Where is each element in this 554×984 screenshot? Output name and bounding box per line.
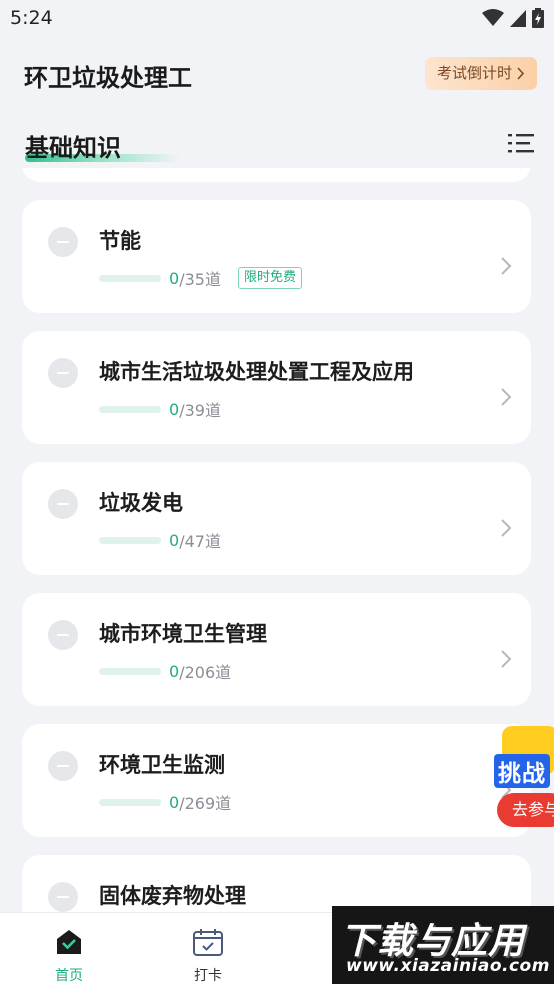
status-bar: 5:24 — [0, 0, 554, 38]
app-title: 环卫垃圾处理工 — [24, 64, 192, 92]
watermark-url: www.xiazainiao.com — [346, 956, 550, 976]
watermark-logo: 下载与应用 www.xiazainiao.com — [332, 906, 554, 984]
section-header: 基础知识 — [0, 118, 554, 168]
total-count: /39道 — [179, 401, 221, 420]
progress-bar — [99, 536, 161, 544]
tab-checkin-label: 打卡 — [194, 968, 222, 984]
total-count: /35道 — [179, 270, 221, 289]
chapter-progress: 0 /47道 — [99, 527, 221, 553]
total-count: /47道 — [179, 532, 221, 551]
chapter-name: 城市生活垃圾处理处置工程及应用 — [99, 360, 414, 384]
tab-home-label: 首页 — [55, 968, 83, 984]
chevron-right-icon — [501, 257, 512, 275]
tab-checkin[interactable]: 打卡 — [173, 927, 243, 984]
progress-bar — [99, 798, 161, 806]
list-menu-icon[interactable] — [508, 132, 534, 154]
done-count: 0 — [169, 530, 180, 550]
exam-countdown-button[interactable]: 考试倒计时 — [424, 57, 537, 90]
done-count: 0 — [169, 268, 180, 288]
countdown-label: 考试倒计时 — [436, 64, 512, 82]
done-count: 0 — [169, 661, 180, 681]
chevron-right-icon — [501, 650, 512, 668]
collapse-icon — [48, 227, 78, 257]
total-count: /269道 — [179, 794, 232, 813]
total-count: /206道 — [179, 663, 232, 682]
chapter-name: 环境卫生监测 — [99, 753, 225, 777]
free-badge: 限时免费 — [237, 267, 302, 289]
chapter-name: 城市环境卫生管理 — [99, 622, 267, 646]
chevron-right-icon — [501, 388, 512, 406]
chapter-item-solid-waste[interactable]: 固体废弃物处理 — [22, 855, 531, 912]
section-title: 基础知识 — [25, 134, 121, 162]
chevron-right-icon — [517, 67, 525, 80]
collapse-icon — [48, 751, 78, 781]
chevron-right-icon — [501, 519, 512, 537]
chapter-name: 固体废弃物处理 — [99, 884, 246, 908]
signal-icon — [510, 10, 526, 27]
collapse-icon — [48, 620, 78, 650]
chapter-progress: 0 /269道 — [99, 789, 231, 815]
progress-bar — [99, 274, 161, 282]
home-icon — [57, 930, 81, 954]
wifi-icon — [482, 9, 504, 26]
collapse-icon — [48, 489, 78, 519]
tab-home[interactable]: 首页 — [34, 927, 104, 984]
chapter-list[interactable]: 节能 0 /35道 限时免费 城市生活垃圾处理处置工程及应用 0 /39道 垃圾… — [0, 168, 554, 912]
chapter-progress: 0 /39道 — [99, 396, 221, 422]
chapter-name: 节能 — [99, 229, 141, 253]
challenge-float-button[interactable]: 挑战 去参与 — [494, 726, 554, 830]
progress-bar — [99, 405, 161, 413]
collapse-icon — [48, 882, 78, 912]
challenge-title: 挑战 — [494, 754, 550, 788]
header: 环卫垃圾处理工 考试倒计时 — [0, 48, 554, 102]
chapter-item-urban-waste-engineering[interactable]: 城市生活垃圾处理处置工程及应用 0 /39道 — [22, 331, 531, 444]
status-icons — [482, 8, 544, 28]
chapter-item-energy-saving[interactable]: 节能 0 /35道 限时免费 — [22, 200, 531, 313]
collapse-icon — [48, 358, 78, 388]
list-item-partial[interactable] — [22, 168, 531, 182]
done-count: 0 — [169, 792, 180, 812]
chapter-item-sanitation-monitoring[interactable]: 环境卫生监测 0 /269道 — [22, 724, 531, 837]
battery-icon — [532, 8, 544, 28]
chapter-item-waste-power[interactable]: 垃圾发电 0 /47道 — [22, 462, 531, 575]
chapter-progress: 0 /206道 — [99, 658, 231, 684]
chapter-item-sanitation-management[interactable]: 城市环境卫生管理 0 /206道 — [22, 593, 531, 706]
progress-bar — [99, 667, 161, 675]
status-time: 5:24 — [10, 7, 53, 29]
calendar-icon — [193, 929, 223, 956]
chapter-name: 垃圾发电 — [99, 491, 183, 515]
join-challenge-button[interactable]: 去参与 — [497, 793, 554, 827]
chapter-progress: 0 /35道 限时免费 — [99, 265, 302, 291]
done-count: 0 — [169, 399, 180, 419]
